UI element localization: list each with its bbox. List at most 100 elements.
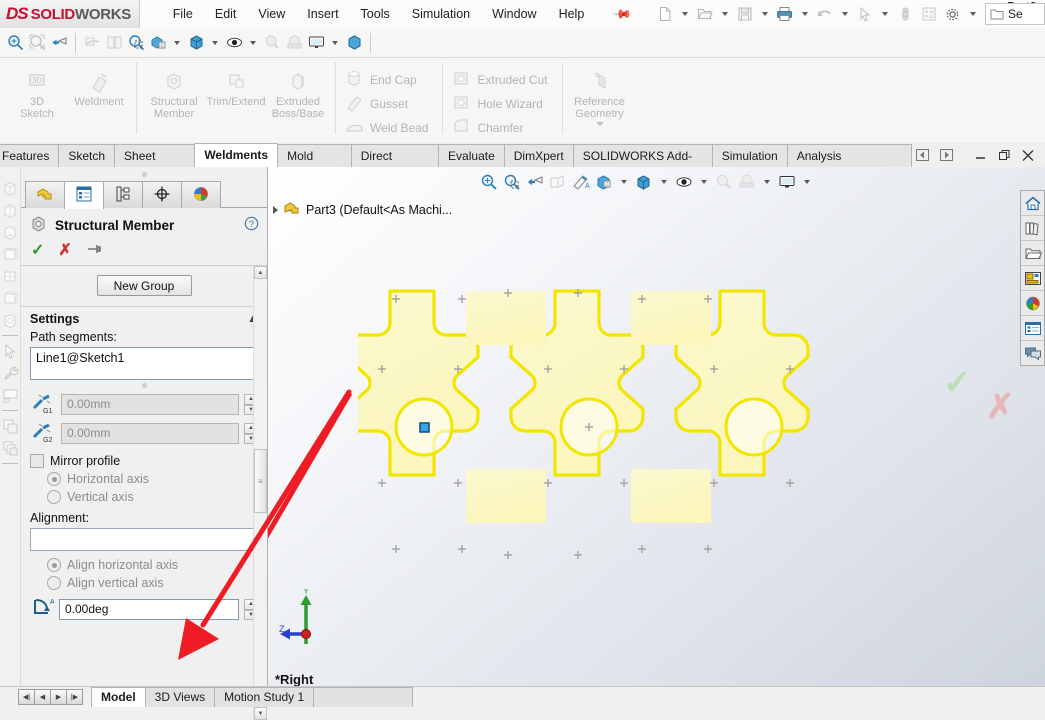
help-question-icon[interactable]: ?: [244, 216, 259, 234]
file-properties-icon[interactable]: [917, 1, 941, 27]
expand-triangle-icon[interactable]: [273, 205, 278, 214]
hide-show-cube-dropdown-icon[interactable]: [661, 180, 667, 184]
prev-tab-icon[interactable]: ◀: [34, 689, 51, 705]
flyout-feature-tree-item[interactable]: Part3 (Default<As Machi...: [273, 200, 452, 219]
ribbon-extruded-boss-button[interactable]: Extruded Boss/Base: [267, 62, 329, 120]
mirror-horizontal-axis-row[interactable]: Horizontal axis: [47, 472, 258, 486]
custom-properties-icon[interactable]: [1021, 316, 1044, 341]
view-settings-dropdown-icon[interactable]: [332, 40, 338, 45]
rotation-angle-field[interactable]: 0.00deg: [59, 599, 239, 620]
design-library-icon[interactable]: [1021, 216, 1044, 241]
property-manager-scrollbar[interactable]: ▲ ≡ ▼: [253, 266, 267, 720]
confirm-cancel-x[interactable]: ✗: [986, 387, 1015, 427]
ribbon-trim-extend-button[interactable]: Trim/Extend: [205, 62, 267, 108]
reference-geometry-dropdown-icon[interactable]: [595, 122, 604, 126]
hide-show-eye-dropdown-icon[interactable]: [701, 180, 707, 184]
view-back-icon[interactable]: [0, 199, 21, 221]
sketch-geometry[interactable]: [358, 257, 958, 587]
menu-item-simulation[interactable]: Simulation: [401, 3, 481, 25]
ribbon-reference-geometry-button[interactable]: Reference Geometry: [569, 62, 631, 126]
previous-view-icon[interactable]: [524, 171, 546, 193]
open-document-dropdown-icon[interactable]: [721, 12, 728, 16]
previous-view-icon[interactable]: [48, 32, 70, 54]
ribbon-gusset-button[interactable]: Gusset: [342, 92, 436, 116]
scrollbar-thumb[interactable]: ≡: [254, 449, 267, 513]
ribbon-chamfer-button[interactable]: Chamfer: [449, 116, 555, 140]
mirror-vertical-axis-row[interactable]: Vertical axis: [47, 490, 258, 504]
select-cursor-icon[interactable]: [853, 1, 877, 27]
zoom-to-area-icon[interactable]: [501, 171, 523, 193]
tab-evaluate[interactable]: Evaluate: [438, 144, 505, 167]
zoom-window-icon[interactable]: [125, 32, 147, 54]
new-document-dropdown-icon[interactable]: [681, 12, 688, 16]
zoom-to-fit-icon[interactable]: [478, 171, 500, 193]
cancel-x-icon[interactable]: ✗: [58, 240, 71, 260]
align-horizontal-radio[interactable]: [47, 558, 61, 572]
cascade-windows-icon[interactable]: [0, 437, 21, 459]
first-tab-icon[interactable]: ◀|: [18, 689, 35, 705]
menu-item-help[interactable]: Help: [548, 3, 596, 25]
options-gear-icon[interactable]: [941, 1, 965, 27]
path-segments-selection-box[interactable]: Line1@Sketch1: [30, 347, 258, 380]
appearances-scenes-icon[interactable]: [1021, 291, 1044, 316]
view-orientation-dropdown-icon[interactable]: [174, 40, 180, 45]
align-horizontal-axis-row[interactable]: Align horizontal axis: [47, 558, 258, 572]
display-style-cube-icon[interactable]: [593, 171, 615, 193]
view-bottom-icon[interactable]: [0, 287, 21, 309]
alignment-selection-box[interactable]: [30, 528, 258, 551]
view-settings-dropdown-icon[interactable]: [804, 180, 810, 184]
align-vertical-radio[interactable]: [47, 576, 61, 590]
tab-direct-editing[interactable]: Direct Editing: [350, 144, 440, 185]
solidworks-forum-icon[interactable]: [1021, 341, 1044, 365]
view-palette-icon[interactable]: [1021, 266, 1044, 291]
menu-item-edit[interactable]: Edit: [204, 3, 248, 25]
keep-visible-pin-icon[interactable]: [86, 242, 102, 259]
tab-features[interactable]: Features: [0, 144, 60, 167]
apply-scene-dropdown-icon[interactable]: [764, 180, 770, 184]
settings-header[interactable]: Settings ▲: [30, 312, 258, 326]
bottom-tab-3d-views[interactable]: 3D Views: [144, 687, 216, 707]
hide-show-eye-icon[interactable]: [673, 171, 695, 193]
align-vertical-axis-row[interactable]: Align vertical axis: [47, 576, 258, 590]
view-settings-monitor-icon[interactable]: [776, 171, 798, 193]
ribbon-hole-wizard-button[interactable]: Hole Wizard: [449, 92, 555, 116]
open-document-icon[interactable]: [693, 1, 717, 27]
tools-wrench-icon[interactable]: [0, 362, 21, 384]
tab-sheet-metal[interactable]: Sheet Metal: [114, 144, 196, 185]
new-document-icon[interactable]: [653, 1, 677, 27]
realview-icon[interactable]: [343, 32, 365, 54]
next-doc-icon[interactable]: [935, 145, 957, 165]
view-orientation-cube-icon[interactable]: [147, 32, 169, 54]
prev-doc-icon[interactable]: [911, 145, 933, 165]
save-dropdown-icon[interactable]: [761, 12, 768, 16]
gap-g2-field[interactable]: 0.00mm: [61, 423, 239, 444]
undo-dropdown-icon[interactable]: [841, 12, 848, 16]
display-panel-icon[interactable]: [0, 384, 21, 406]
scroll-up-icon[interactable]: ▲: [254, 266, 267, 279]
display-style-icon[interactable]: [185, 32, 207, 54]
display-style-dropdown-icon[interactable]: [212, 40, 218, 45]
mirror-horizontal-radio[interactable]: [47, 472, 61, 486]
menu-item-tools[interactable]: Tools: [350, 3, 401, 25]
view-right-icon[interactable]: [0, 243, 21, 265]
next-tab-icon[interactable]: ▶: [50, 689, 67, 705]
ribbon-weldment-button[interactable]: Weldment: [68, 62, 130, 108]
undo-icon[interactable]: [813, 1, 837, 27]
close-icon[interactable]: [1017, 145, 1039, 165]
select-dropdown-icon[interactable]: [881, 12, 888, 16]
graphics-area[interactable]: A Part3 (Default<As Machi... ✓ ✗ Y Z *Ri…: [268, 167, 1045, 686]
ribbon-3d-sketch-button[interactable]: 3D 3D Sketch: [6, 62, 68, 120]
hide-show-dropdown-icon[interactable]: [250, 40, 256, 45]
view-settings-monitor-icon[interactable]: [305, 32, 327, 54]
display-manager-tab[interactable]: [181, 181, 221, 208]
tab-weldments[interactable]: Weldments: [194, 143, 279, 167]
zoom-to-fit-icon[interactable]: [4, 32, 26, 54]
mirror-vertical-radio[interactable]: [47, 490, 61, 504]
hide-show-items-icon[interactable]: [223, 32, 245, 54]
file-explorer-icon[interactable]: [1021, 241, 1044, 266]
tab-simulation[interactable]: Simulation: [711, 144, 788, 167]
ribbon-weld-bead-button[interactable]: Weld Bead: [342, 116, 436, 140]
scroll-down-icon[interactable]: ▼: [254, 707, 267, 720]
tab-analysis-preparation[interactable]: Analysis Preparation: [786, 144, 912, 185]
tab-sketch[interactable]: Sketch: [58, 144, 116, 167]
